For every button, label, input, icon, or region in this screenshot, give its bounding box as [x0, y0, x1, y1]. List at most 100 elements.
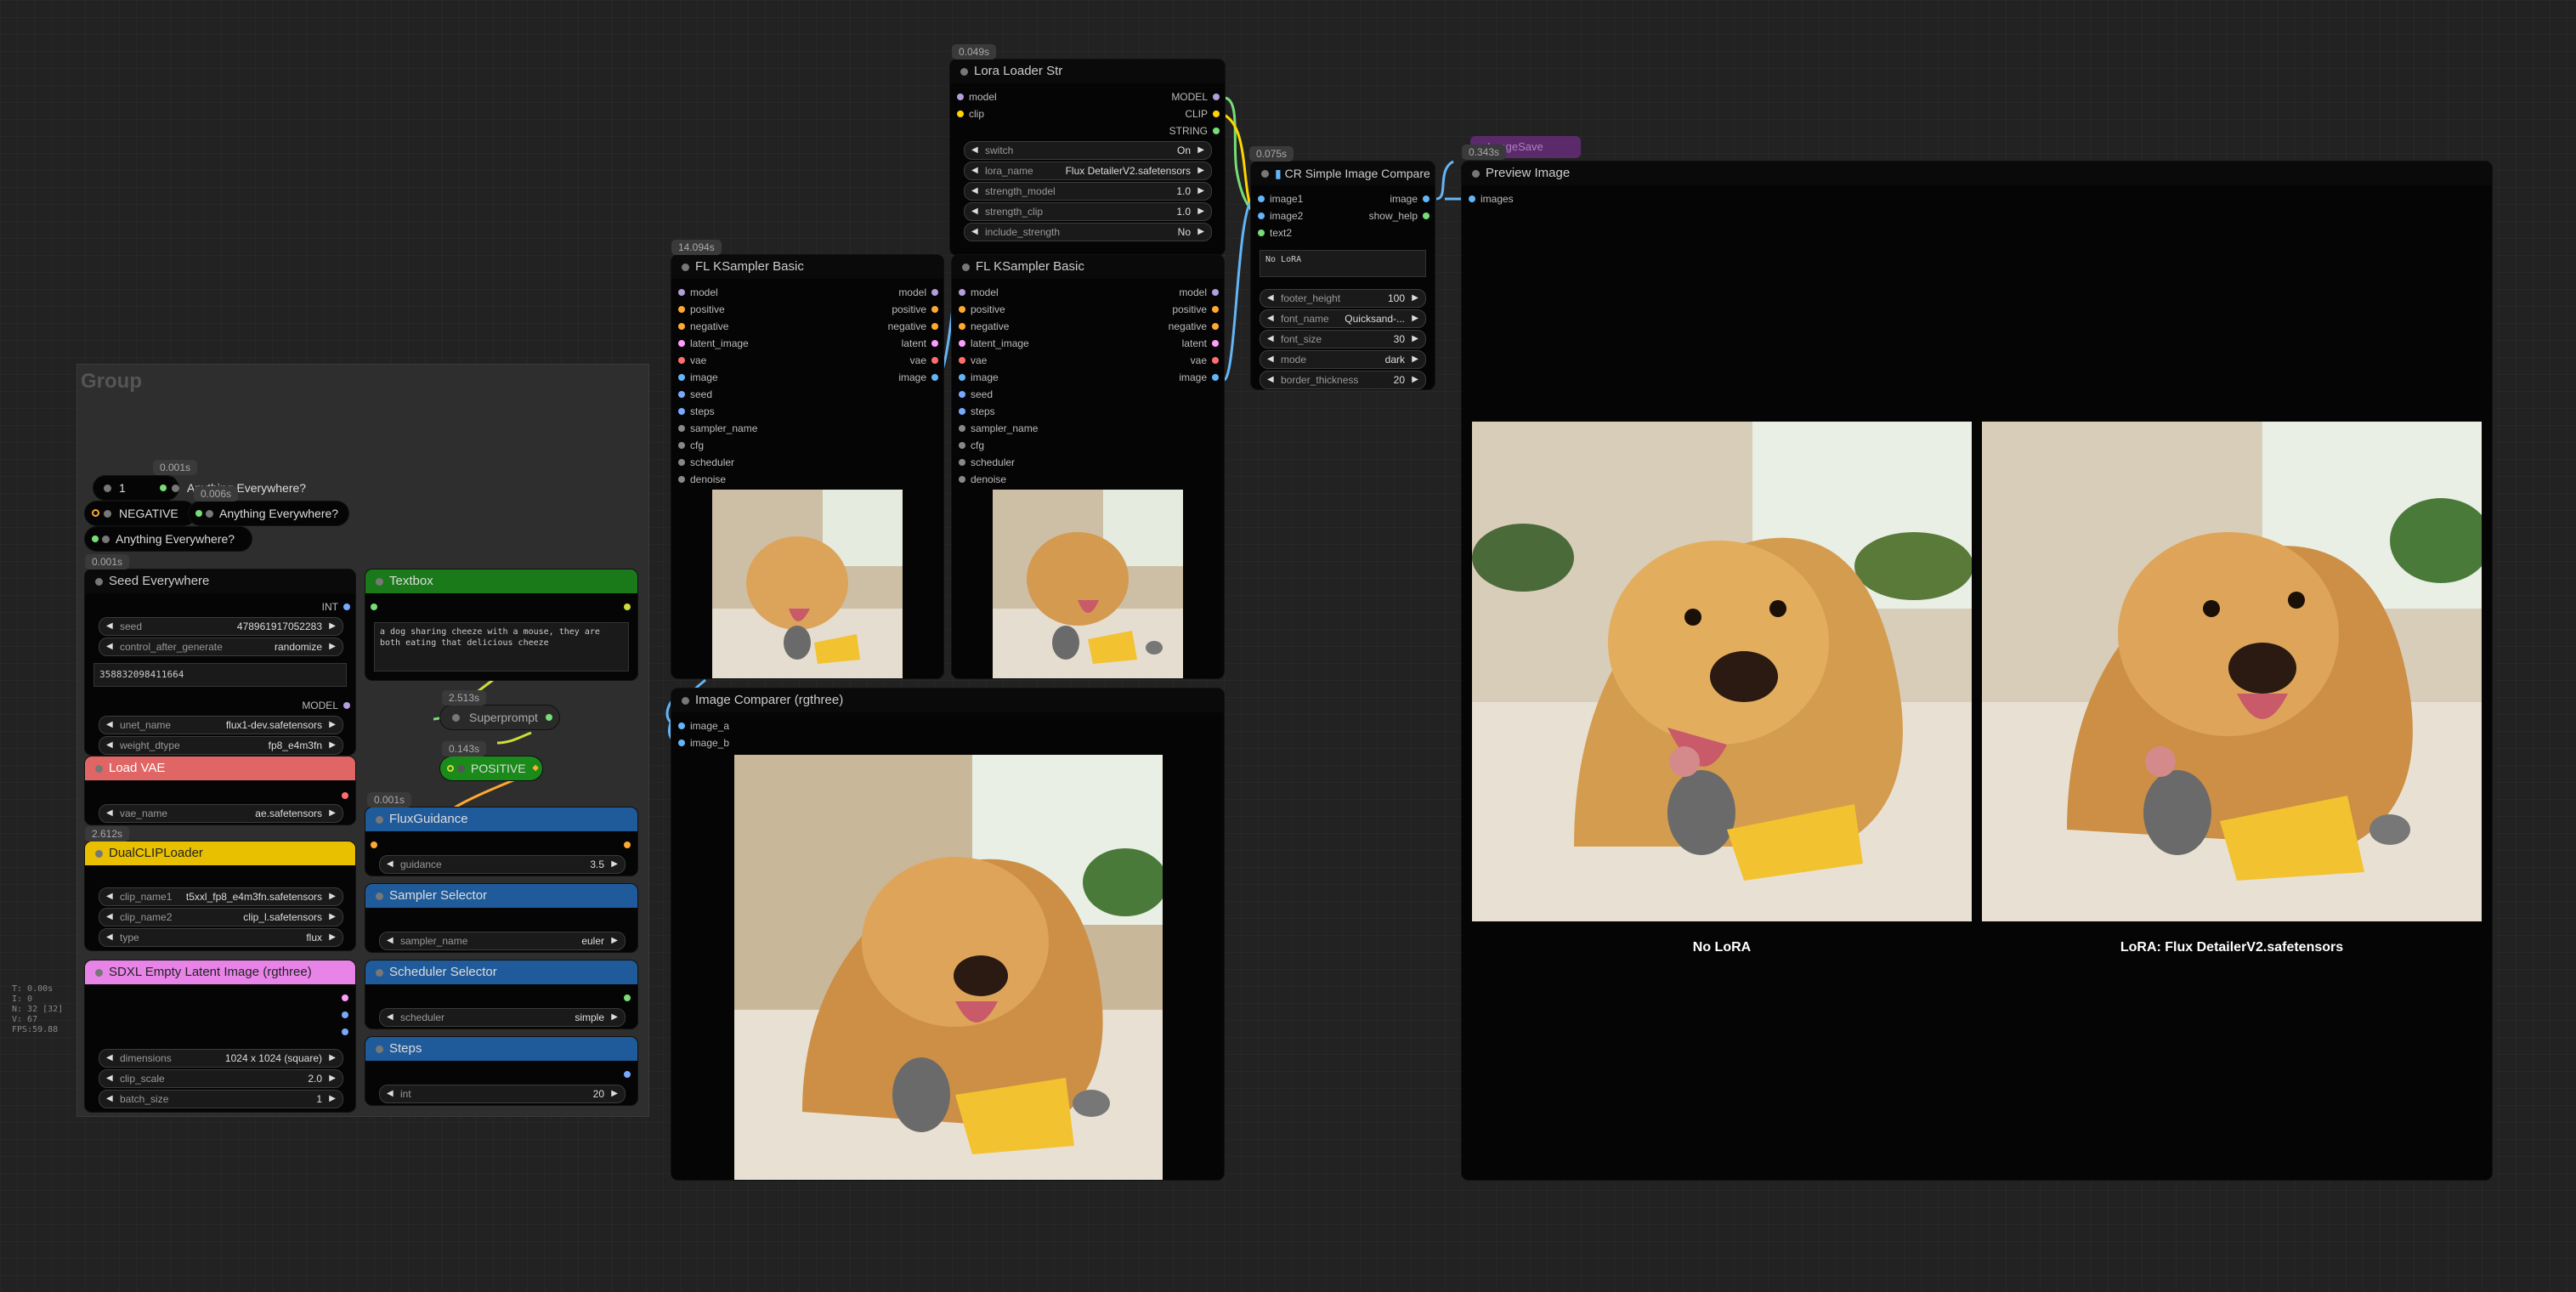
input-steps[interactable]: steps: [678, 405, 715, 418]
input-positive[interactable]: positive: [959, 303, 1005, 316]
node-title-bar[interactable]: FL KSampler Basic: [671, 255, 943, 279]
node-ksampler-1[interactable]: FL KSampler Basic model positive negativ…: [671, 255, 943, 678]
widget-dimensions[interactable]: ◀ dimensions 1024 x 1024 (square) ▶: [99, 1049, 343, 1068]
collapse-dot[interactable]: [1261, 170, 1269, 178]
input-clip[interactable]: clip: [957, 107, 984, 121]
input-model[interactable]: model: [678, 286, 718, 299]
collapse-dot[interactable]: [376, 969, 383, 977]
widget-strength-clip[interactable]: ◀ strength_clip 1.0 ▶: [964, 202, 1212, 221]
widget-unet-name[interactable]: ◀ unet_name flux1-dev.safetensors ▶: [99, 716, 343, 734]
output-image[interactable]: image: [898, 371, 938, 384]
input-cfg[interactable]: cfg: [678, 439, 704, 452]
input-seed[interactable]: seed: [959, 388, 993, 401]
input-denoise[interactable]: denoise: [959, 473, 1006, 486]
output-int[interactable]: INT: [322, 600, 350, 614]
output-image[interactable]: image: [1390, 192, 1430, 206]
output-model[interactable]: model: [1179, 286, 1219, 299]
widget-batch-size[interactable]: ◀ batch_size 1 ▶: [99, 1090, 343, 1108]
input-positive[interactable]: positive: [678, 303, 725, 316]
input-seed[interactable]: seed: [678, 388, 712, 401]
output-model[interactable]: model: [898, 286, 938, 299]
node-title-bar[interactable]: FL KSampler Basic: [952, 255, 1224, 279]
output-width[interactable]: [342, 1012, 348, 1018]
input-scheduler[interactable]: scheduler: [678, 456, 734, 469]
output-int[interactable]: [624, 1071, 631, 1078]
widget-font-size[interactable]: ◀ font_size 30 ▶: [1260, 330, 1426, 348]
widget-type[interactable]: ◀ type flux ▶: [99, 928, 343, 947]
input-negative[interactable]: negative: [678, 320, 728, 333]
widget-weight-dtype[interactable]: ◀ weight_dtype fp8_e4m3fn ▶: [99, 736, 343, 755]
widget-scheduler[interactable]: ◀ scheduler simple ▶: [379, 1008, 626, 1027]
widget-footer-height[interactable]: ◀ footer_height 100 ▶: [1260, 289, 1426, 308]
node-lora-loader[interactable]: Lora Loader Str model clip MODEL CLIP ST…: [950, 60, 1225, 255]
widget-guidance[interactable]: ◀ guidance 3.5 ▶: [379, 855, 626, 874]
node-title-bar[interactable]: Lora Loader Str: [950, 60, 1225, 83]
node-title-bar[interactable]: Sampler Selector: [365, 884, 637, 908]
output-clip[interactable]: CLIP: [1185, 107, 1220, 121]
collapse-dot[interactable]: [206, 510, 213, 518]
collapse-dot[interactable]: [457, 765, 465, 773]
input-image1[interactable]: image1: [1258, 192, 1303, 206]
output-latent[interactable]: latent: [1182, 337, 1219, 350]
node-seed-everywhere[interactable]: Seed Everywhere INT ◀ seed 478961917052283…: [85, 570, 355, 755]
output-conditioning[interactable]: ◆: [532, 763, 539, 773]
input-anything[interactable]: [195, 510, 202, 517]
input-text[interactable]: [447, 765, 454, 772]
output-string[interactable]: [546, 714, 552, 721]
output-conditioning[interactable]: [624, 842, 631, 848]
node-title-bar[interactable]: Preview Image: [1462, 162, 2492, 185]
widget-lora-name[interactable]: ◀ lora_name Flux DetailerV2.safetensors ▶: [964, 162, 1212, 180]
input-text[interactable]: [371, 604, 377, 610]
widget-mode[interactable]: ◀ mode dark ▶: [1260, 350, 1426, 369]
output-latent[interactable]: latent: [902, 337, 938, 350]
widget-clip-name1[interactable]: ◀ clip_name1 t5xxl_fp8_e4m3fn.safetensors ▶: [99, 887, 343, 906]
output-positive[interactable]: positive: [1172, 303, 1219, 316]
node-title-bar[interactable]: Steps: [365, 1037, 637, 1061]
output-conditioning[interactable]: [92, 509, 99, 517]
node-title-bar[interactable]: Scheduler Selector: [365, 960, 637, 984]
input-latent-image[interactable]: latent_image: [678, 337, 749, 350]
output-string[interactable]: STRING: [1169, 124, 1220, 138]
output-vae[interactable]: vae: [910, 354, 938, 367]
collapse-dot[interactable]: [95, 969, 103, 977]
node-title-bar[interactable]: Image Comparer (rgthree): [671, 688, 1224, 712]
collapse-dot[interactable]: [682, 697, 689, 705]
node-anything-everywhere-2[interactable]: Anything Everywhere?: [189, 502, 348, 525]
ksampler-1-preview[interactable]: [712, 490, 903, 678]
widget-clip-scale[interactable]: ◀ clip_scale 2.0 ▶: [99, 1069, 343, 1088]
widget-border-thickness[interactable]: ◀ border_thickness 20 ▶: [1260, 371, 1426, 389]
collapse-dot[interactable]: [102, 536, 110, 543]
input-sampler-name[interactable]: sampler_name: [678, 422, 757, 435]
collapse-dot[interactable]: [104, 484, 111, 492]
widget-int[interactable]: ◀ int 20 ▶: [379, 1085, 626, 1103]
widget-clip-name2[interactable]: ◀ clip_name2 clip_l.safetensors ▶: [99, 908, 343, 926]
output-model[interactable]: MODEL: [1171, 90, 1220, 104]
node-title-bar[interactable]: Textbox: [365, 570, 637, 593]
input-anything[interactable]: [92, 536, 99, 542]
widget-strength-model[interactable]: ◀ strength_model 1.0 ▶: [964, 182, 1212, 201]
input-anything[interactable]: [160, 484, 167, 491]
collapse-dot[interactable]: [95, 765, 103, 773]
node-anything-everywhere-3[interactable]: Anything Everywhere?: [85, 527, 252, 551]
input-image-b[interactable]: image_b: [678, 736, 729, 750]
input-images[interactable]: images: [1469, 192, 1514, 206]
collapse-dot[interactable]: [95, 850, 103, 858]
input-steps[interactable]: steps: [959, 405, 995, 418]
input-model[interactable]: model: [957, 90, 997, 104]
node-preview-image[interactable]: Preview Image images No LoRA LoRA: Flux …: [1462, 162, 2492, 1180]
widget-vae-name[interactable]: ◀ vae_name ae.safetensors ▶: [99, 804, 343, 823]
widget-seed[interactable]: ◀ seed 478961917052283 ▶: [99, 617, 343, 636]
collapse-dot[interactable]: [172, 484, 179, 492]
collapse-dot[interactable]: [960, 68, 968, 76]
collapse-dot[interactable]: [452, 714, 460, 722]
input-vae[interactable]: vae: [959, 354, 987, 367]
output-negative[interactable]: negative: [1169, 320, 1219, 333]
node-load-vae[interactable]: Load VAE ◀ vae_name ae.safetensors ▶: [85, 756, 355, 824]
widget-switch[interactable]: ◀ switch On ▶: [964, 141, 1212, 160]
output-image[interactable]: image: [1179, 371, 1219, 384]
output-vae[interactable]: [342, 792, 348, 799]
comparer-image[interactable]: [734, 755, 1163, 1180]
preview-image-left[interactable]: [1472, 422, 1972, 921]
input-sampler-name[interactable]: sampler_name: [959, 422, 1038, 435]
input-denoise[interactable]: denoise: [678, 473, 726, 486]
